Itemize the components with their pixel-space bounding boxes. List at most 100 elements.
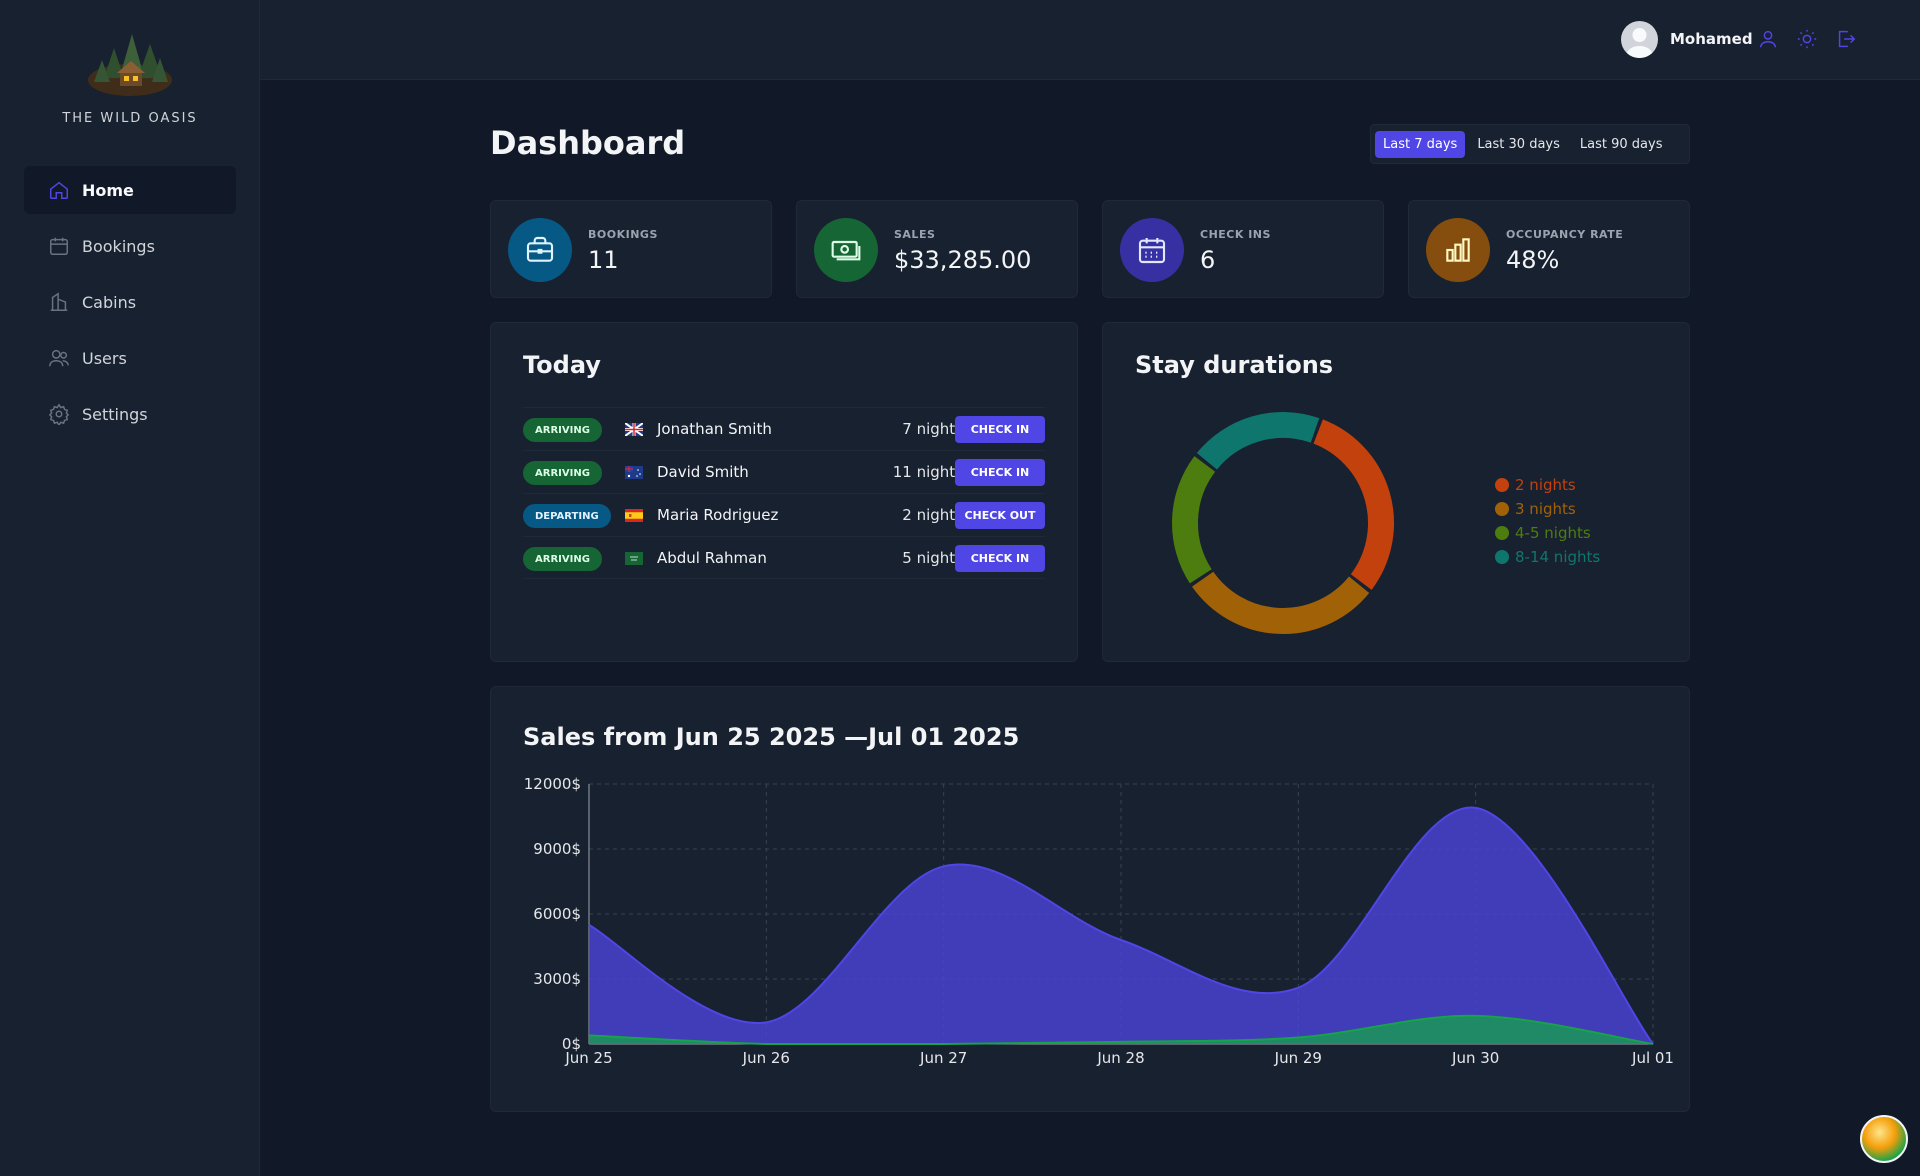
sidebar-item-label: Settings [82, 404, 148, 424]
filter-last-90-days[interactable]: Last 90 days [1572, 131, 1671, 158]
stat-label: SALES [894, 228, 936, 241]
legend-item: 2 nights [1495, 473, 1600, 497]
calendar-icon [1138, 238, 1166, 264]
stat-value: 6 [1200, 246, 1216, 274]
users-icon [49, 349, 69, 367]
floating-badge[interactable] [1860, 1115, 1908, 1163]
sidebar-nav: Home Bookings Cabins Users Settings [24, 166, 236, 446]
stat-value: $33,285.00 [894, 246, 1032, 274]
list-item: Arriving David Smith 11 nights Check in [523, 450, 1045, 493]
home-icon [50, 181, 68, 199]
status-badge: Arriving [523, 547, 602, 571]
status-badge: Arriving [523, 461, 602, 485]
guest-name: Maria Rodriguez [657, 506, 779, 524]
guest-name: Jonathan Smith [657, 420, 772, 438]
x-tick-label: Jun 26 [742, 1049, 790, 1067]
status-badge: Arriving [523, 418, 602, 442]
sidebar-item-label: Home [82, 180, 134, 200]
today-panel: Today Arriving Jonathan Smith 7 nights C… [490, 322, 1078, 662]
sidebar-item-users[interactable]: Users [24, 334, 236, 382]
legend-label: 2 nights [1515, 476, 1576, 494]
donut-slice[interactable] [1172, 456, 1216, 584]
stat-icon-circle [1120, 218, 1184, 282]
nights-count: 5 nights [902, 549, 963, 567]
stat-icon-circle [1426, 218, 1490, 282]
sun-icon[interactable] [1796, 28, 1818, 50]
stay-durations-panel: Stay durations 2 nights 3 nights 4-5 night… [1102, 322, 1690, 662]
x-tick-label: Jun 30 [1451, 1049, 1499, 1067]
sidebar-item-cabins[interactable]: Cabins [24, 278, 236, 326]
check-in-button[interactable]: Check in [955, 416, 1045, 443]
donut-slice[interactable] [1313, 419, 1394, 590]
stat-card-occupancy: OCCUPANCY RATE 48% [1408, 200, 1690, 298]
legend-label: 3 nights [1515, 500, 1576, 518]
status-badge: Departing [523, 504, 611, 528]
check-in-button[interactable]: Check in [955, 545, 1045, 572]
today-title: Today [523, 351, 601, 379]
list-item: Departing Maria Rodriguez 2 nights Check… [523, 493, 1045, 536]
sidebar-item-home[interactable]: Home [24, 166, 236, 214]
stat-card-sales: SALES $33,285.00 [796, 200, 1078, 298]
stay-durations-donut [1172, 412, 1394, 634]
nights-count: 7 nights [902, 420, 963, 438]
check-in-button[interactable]: Check in [955, 459, 1045, 486]
sales-area-chart: 0$3000$6000$9000$12000$Jun 25 Jun 26 Jun 2… [524, 775, 1674, 1067]
donut-slice[interactable] [1196, 412, 1320, 470]
donut-slice[interactable] [1192, 571, 1370, 634]
y-tick-label: 6000$ [533, 905, 581, 923]
x-tick-label: Jun 28 [1096, 1049, 1144, 1067]
filter-last-7-days[interactable]: Last 7 days [1375, 130, 1466, 158]
stat-label: BOOKINGS [588, 228, 658, 241]
brand-name: THE WILD OASIS [62, 111, 198, 126]
date-filter: Last 7 days Last 30 days Last 90 days [1370, 124, 1690, 164]
sidebar-item-settings[interactable]: Settings [24, 390, 236, 438]
stat-label: CHECK INS [1200, 228, 1271, 241]
filter-last-30-days[interactable]: Last 30 days [1469, 131, 1568, 158]
today-list: Arriving Jonathan Smith 7 nights Check i… [523, 407, 1045, 579]
legend-swatch [1495, 478, 1509, 492]
legend-swatch [1495, 526, 1509, 540]
stat-card-bookings: BOOKINGS 11 [490, 200, 772, 298]
legend-item: 8-14 nights [1495, 545, 1600, 569]
stat-icon-circle [814, 218, 878, 282]
check-out-button[interactable]: Check out [955, 502, 1045, 529]
stat-value: 48% [1506, 246, 1560, 274]
nights-count: 2 nights [902, 506, 963, 524]
sidebar-item-label: Bookings [82, 236, 155, 256]
saudi-flag-icon [625, 552, 643, 565]
guest-name: David Smith [657, 463, 749, 481]
stat-icon-circle [508, 218, 572, 282]
y-tick-label: 12000$ [524, 775, 581, 793]
stat-label: OCCUPANCY RATE [1506, 228, 1624, 241]
briefcase-icon [526, 236, 554, 262]
legend-swatch [1495, 502, 1509, 516]
chart-legend: 2 nights 3 nights 4-5 nights 8-14 nights [1495, 473, 1600, 569]
australia-flag-icon [625, 466, 643, 479]
y-tick-label: 9000$ [533, 840, 581, 858]
spain-flag-icon [625, 509, 643, 522]
avatar-placeholder-icon [1626, 28, 1653, 58]
x-tick-label: Jul 01 [1631, 1049, 1674, 1067]
y-tick-label: 3000$ [533, 970, 581, 988]
legend-item: 4-5 nights [1495, 521, 1600, 545]
bar-chart-icon [1446, 238, 1470, 262]
nights-count: 11 nights [892, 463, 963, 481]
stat-value: 11 [588, 246, 619, 274]
user-icon[interactable] [1757, 28, 1779, 50]
calendar-icon [50, 237, 68, 255]
user-name: Mohamed [1670, 30, 1753, 48]
wild-oasis-logo[interactable] [80, 28, 180, 98]
stat-card-check-ins: CHECK INS 6 [1102, 200, 1384, 298]
guest-name: Abdul Rahman [657, 549, 767, 567]
list-item: Arriving Jonathan Smith 7 nights Check i… [523, 407, 1045, 450]
x-tick-label: Jun 29 [1274, 1049, 1322, 1067]
gear-icon [48, 403, 70, 425]
legend-item: 3 nights [1495, 497, 1600, 521]
x-tick-label: Jun 27 [919, 1049, 967, 1067]
sidebar-item-bookings[interactable]: Bookings [24, 222, 236, 270]
stay-durations-title: Stay durations [1135, 351, 1334, 379]
avatar[interactable] [1621, 21, 1658, 58]
logout-icon[interactable] [1835, 28, 1857, 50]
sidebar: THE WILD OASIS Home Bookings Cabins User… [0, 0, 260, 1176]
legend-label: 8-14 nights [1515, 548, 1601, 566]
